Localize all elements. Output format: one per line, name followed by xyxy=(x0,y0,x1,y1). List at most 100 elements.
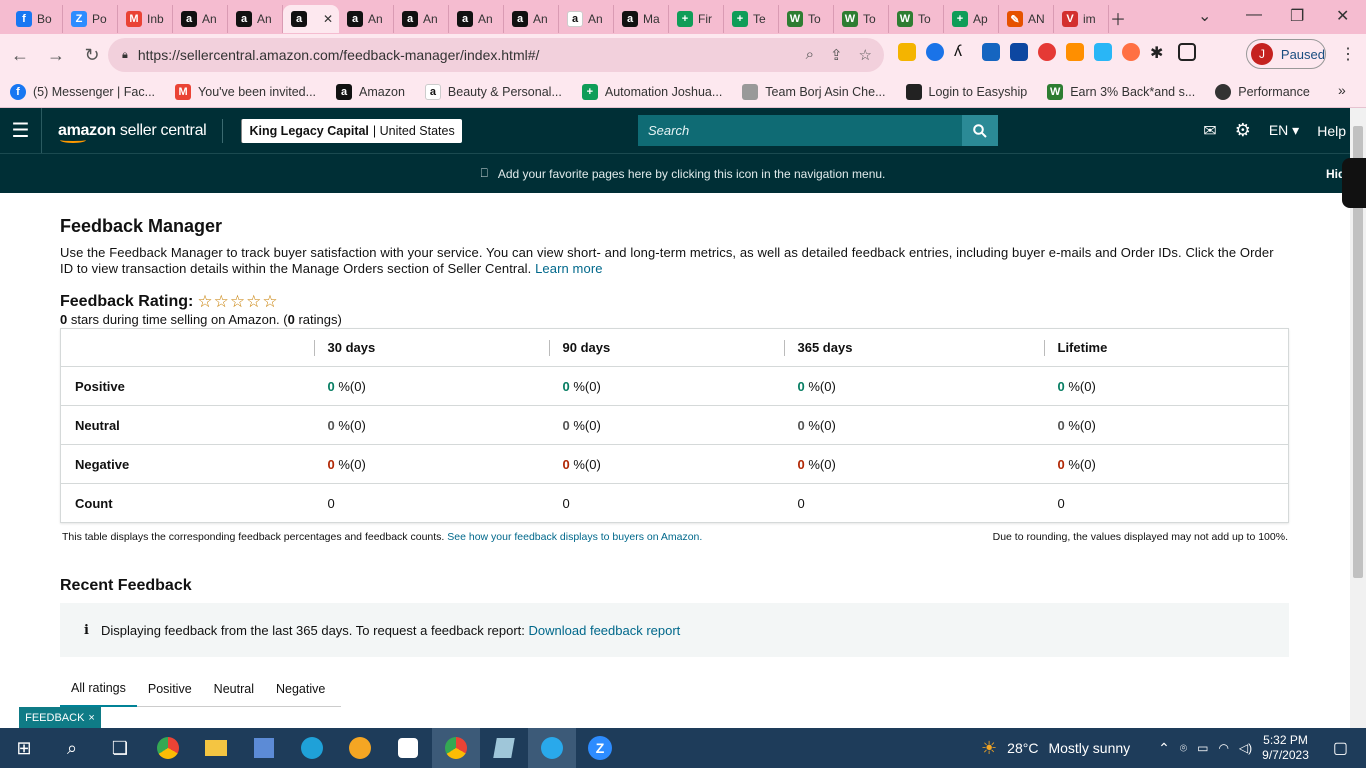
minimize-icon[interactable]: — xyxy=(1246,6,1262,24)
bookmarks-bar: f (5) Messenger | Fac... M You've been invi… xyxy=(0,76,1366,108)
browser-tab[interactable]: ✎ AN xyxy=(999,5,1054,33)
chrome-icon[interactable] xyxy=(144,728,192,768)
bookmark-item[interactable]: + Automation Joshua... xyxy=(581,83,722,100)
edge-icon[interactable] xyxy=(288,728,336,768)
share-icon[interactable]: ⇪ xyxy=(830,46,843,64)
vpn-icon[interactable] xyxy=(336,728,384,768)
app-icon[interactable] xyxy=(240,728,288,768)
new-tab-icon[interactable]: ＋ xyxy=(1110,6,1126,30)
store-selector[interactable]: King Legacy Capital | United States xyxy=(241,118,462,143)
browser-tab[interactable]: Z Po xyxy=(63,5,118,33)
close-tab-icon[interactable]: ✕ xyxy=(323,12,333,26)
browser-tab[interactable]: a Ma xyxy=(614,5,669,33)
back-icon[interactable]: ← xyxy=(4,45,36,66)
extension-icon[interactable] xyxy=(982,43,1000,61)
browser-tab[interactable]: + Ap xyxy=(944,5,999,33)
feedback-button[interactable]: FEEDBACK × xyxy=(19,707,101,728)
browser-tab[interactable]: a An xyxy=(394,5,449,33)
task-view-icon[interactable]: ❏ xyxy=(96,728,144,768)
tab-positive[interactable]: Positive xyxy=(137,671,203,707)
weather-temp[interactable]: 28°C xyxy=(1007,740,1038,756)
close-window-icon[interactable]: ✕ xyxy=(1336,6,1349,26)
browser-tab[interactable]: W To xyxy=(889,5,944,33)
app-icon[interactable] xyxy=(480,728,528,768)
search-icon[interactable]: ⌕ xyxy=(48,728,96,768)
mail-icon[interactable]: ✉ xyxy=(1203,121,1216,141)
browser-tab[interactable]: M Inb xyxy=(118,5,173,33)
wifi-icon[interactable]: ◠ xyxy=(1218,741,1228,755)
chevron-up-icon[interactable]: ⌃ xyxy=(1158,740,1170,757)
bookmark-item[interactable]: a Beauty & Personal... xyxy=(424,83,562,100)
search-button[interactable] xyxy=(962,115,998,146)
tab-search-chevron-icon[interactable]: ⌄ xyxy=(1198,6,1211,26)
settings-gear-icon[interactable]: ⚙ xyxy=(1235,120,1251,141)
browser-tab[interactable]: a An xyxy=(173,5,228,33)
tab-all-ratings[interactable]: All ratings xyxy=(60,671,137,707)
bookmark-item[interactable]: W Earn 3% Back*and s... xyxy=(1047,83,1195,100)
volume-icon[interactable]: ◁) xyxy=(1239,741,1252,755)
browser-tab[interactable]: a An xyxy=(559,5,614,33)
maximize-icon[interactable]: ❐ xyxy=(1290,6,1304,26)
bookmark-item[interactable]: Login to Easyship xyxy=(905,83,1027,100)
extension-icon[interactable] xyxy=(1122,43,1140,61)
download-report-link[interactable]: Download feedback report xyxy=(529,623,681,638)
feedback-display-link[interactable]: See how your feedback displays to buyers… xyxy=(447,531,702,543)
slack-icon[interactable] xyxy=(384,728,432,768)
zoom-icon[interactable]: Z xyxy=(576,728,624,768)
puzzle-icon[interactable]: ✱ xyxy=(1150,43,1168,62)
forward-icon[interactable]: → xyxy=(40,45,72,66)
search-input[interactable]: Search xyxy=(638,115,963,146)
extension-icon[interactable] xyxy=(1038,43,1056,61)
battery-icon[interactable]: ▭ xyxy=(1197,741,1208,755)
learn-more-link[interactable]: Learn more xyxy=(535,261,602,276)
language-selector[interactable]: EN ▾ xyxy=(1269,122,1299,139)
extension-icon[interactable] xyxy=(1094,43,1112,61)
telegram-icon[interactable] xyxy=(528,728,576,768)
hamburger-menu-icon[interactable]: ☰ xyxy=(0,108,42,153)
sidepanel-icon[interactable] xyxy=(1178,43,1196,61)
browser-tab[interactable]: + Fir xyxy=(669,5,724,33)
help-link[interactable]: Help xyxy=(1317,123,1346,139)
tab-negative[interactable]: Negative xyxy=(265,671,336,707)
browser-tab[interactable]: a An xyxy=(449,5,504,33)
extension-icon[interactable]: ʎ xyxy=(954,43,972,61)
profile-button[interactable]: J Paused xyxy=(1246,39,1326,69)
bookmark-item[interactable]: Performance xyxy=(1215,83,1310,100)
extension-icon[interactable] xyxy=(1010,43,1028,61)
browser-tab[interactable]: a An xyxy=(228,5,283,33)
seller-central-logo[interactable]: amazon seller central xyxy=(58,122,207,143)
bookmarks-overflow-icon[interactable]: » xyxy=(1338,82,1346,98)
side-panel-toggle[interactable] xyxy=(1342,158,1366,208)
weather-desc[interactable]: Mostly sunny xyxy=(1048,740,1130,756)
bookmark-item[interactable]: f (5) Messenger | Fac... xyxy=(10,83,155,100)
bookmark-star-icon[interactable]: ☆ xyxy=(859,46,872,64)
browser-tab[interactable]: a An xyxy=(339,5,394,33)
browser-tab[interactable]: W To xyxy=(834,5,889,33)
reload-icon[interactable]: ↻ xyxy=(76,45,108,66)
bookmark-item[interactable]: Team Borj Asin Che... xyxy=(742,83,886,100)
vivaldi-icon: V xyxy=(1062,11,1078,27)
network-icon[interactable]: ⌾ xyxy=(1180,741,1187,756)
browser-tab[interactable]: a An xyxy=(504,5,559,33)
browser-tab[interactable]: W To xyxy=(779,5,834,33)
bookmark-item[interactable]: M You've been invited... xyxy=(175,83,316,100)
browser-tab[interactable]: Vim xyxy=(1054,5,1109,33)
browser-tab[interactable]: a ✕ xyxy=(283,5,339,33)
windows-start-icon[interactable]: ⊞ xyxy=(0,728,48,768)
extension-icon[interactable] xyxy=(926,43,944,61)
notifications-icon[interactable]: ▢ xyxy=(1333,738,1348,758)
address-bar[interactable]: 🔒︎ https://sellercentral.amazon.com/feed… xyxy=(108,38,884,72)
close-icon[interactable]: × xyxy=(88,712,94,724)
chrome-profile-icon[interactable] xyxy=(432,728,480,768)
browser-tab[interactable]: f Bo xyxy=(8,5,63,33)
extension-icon[interactable] xyxy=(1066,43,1084,61)
menu-kebab-icon[interactable]: ⋮ xyxy=(1340,44,1356,64)
bookmark-item[interactable]: a Amazon xyxy=(336,83,405,100)
extension-icon[interactable] xyxy=(898,43,916,61)
w-logo-icon: W xyxy=(787,11,803,27)
zoom-search-icon[interactable]: ⌕ xyxy=(806,46,814,64)
browser-tab[interactable]: + Te xyxy=(724,5,779,33)
file-explorer-icon[interactable] xyxy=(192,728,240,768)
clock[interactable]: 5:32 PM 9/7/2023 xyxy=(1262,733,1309,763)
tab-neutral[interactable]: Neutral xyxy=(203,671,265,707)
